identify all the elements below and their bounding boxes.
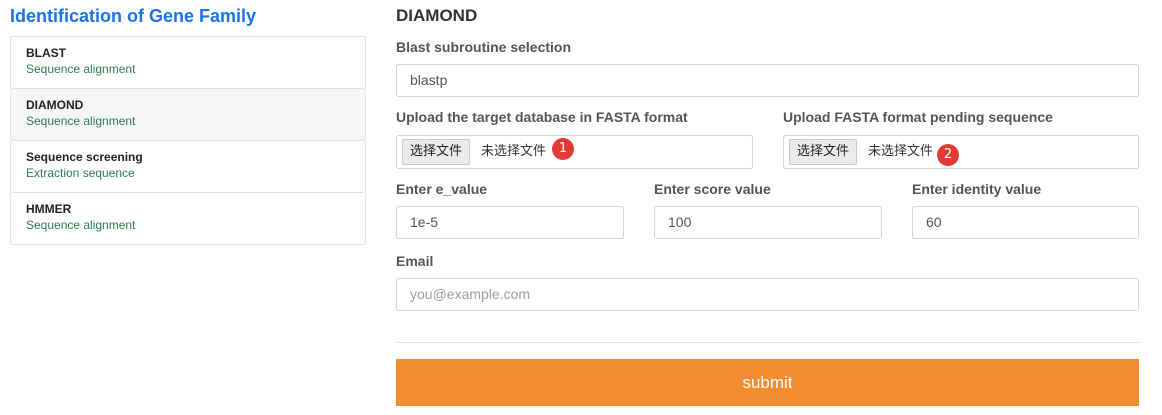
pending-seq-label: Upload FASTA format pending sequence (783, 109, 1053, 125)
menu-item-title: BLAST (26, 46, 66, 60)
sidebar-title: Identification of Gene Family (10, 6, 257, 26)
score-input[interactable]: 100 (654, 206, 882, 239)
step-badge: 2 (937, 144, 959, 166)
choose-file-button[interactable]: 选择文件 (789, 139, 858, 165)
e-value-input[interactable]: 1e-5 (396, 206, 624, 239)
step-badge: 1 (552, 138, 574, 160)
menu-item-blast[interactable]: BLAST Sequence alignment (10, 36, 366, 89)
menu-item-diamond[interactable]: DIAMOND Sequence alignment (10, 88, 366, 141)
menu-item-hmmer[interactable]: HMMER Sequence alignment (10, 192, 366, 245)
email-field[interactable]: you@example.com (396, 278, 1139, 311)
menu-item-sequence-screening[interactable]: Sequence screening Extraction sequence (10, 140, 366, 193)
subroutine-select[interactable]: blastp (396, 64, 1139, 97)
submit-button[interactable]: submit (396, 359, 1139, 406)
identity-input[interactable]: 60 (912, 206, 1139, 239)
choose-file-button[interactable]: 选择文件 (402, 139, 471, 165)
identity-label: Enter identity value (912, 181, 1042, 197)
menu-item-title: HMMER (26, 202, 72, 216)
menu-item-subtitle: Sequence alignment (26, 218, 136, 232)
target-db-label: Upload the target database in FASTA form… (396, 109, 688, 125)
file-status: 未选择文件 (868, 144, 934, 159)
menu-item-subtitle: Sequence alignment (26, 114, 136, 128)
menu-item-title: Sequence screening (26, 150, 143, 164)
menu-item-subtitle: Sequence alignment (26, 62, 136, 76)
pending-seq-file-input[interactable]: 选择文件 未选择文件 2 (783, 135, 1139, 169)
target-db-file-input[interactable]: 选择文件 未选择文件 1 (396, 135, 753, 169)
subroutine-label: Blast subroutine selection (396, 39, 572, 55)
file-status: 未选择文件 (481, 144, 547, 159)
tool-menu: BLAST Sequence alignment DIAMOND Sequenc… (10, 36, 366, 245)
score-label: Enter score value (654, 181, 771, 197)
e-value-label: Enter e_value (396, 181, 488, 197)
page-title: DIAMOND (396, 6, 478, 25)
menu-item-subtitle: Extraction sequence (26, 166, 135, 180)
divider (396, 342, 1139, 343)
email-label: Email (396, 253, 434, 269)
menu-item-title: DIAMOND (26, 98, 84, 112)
